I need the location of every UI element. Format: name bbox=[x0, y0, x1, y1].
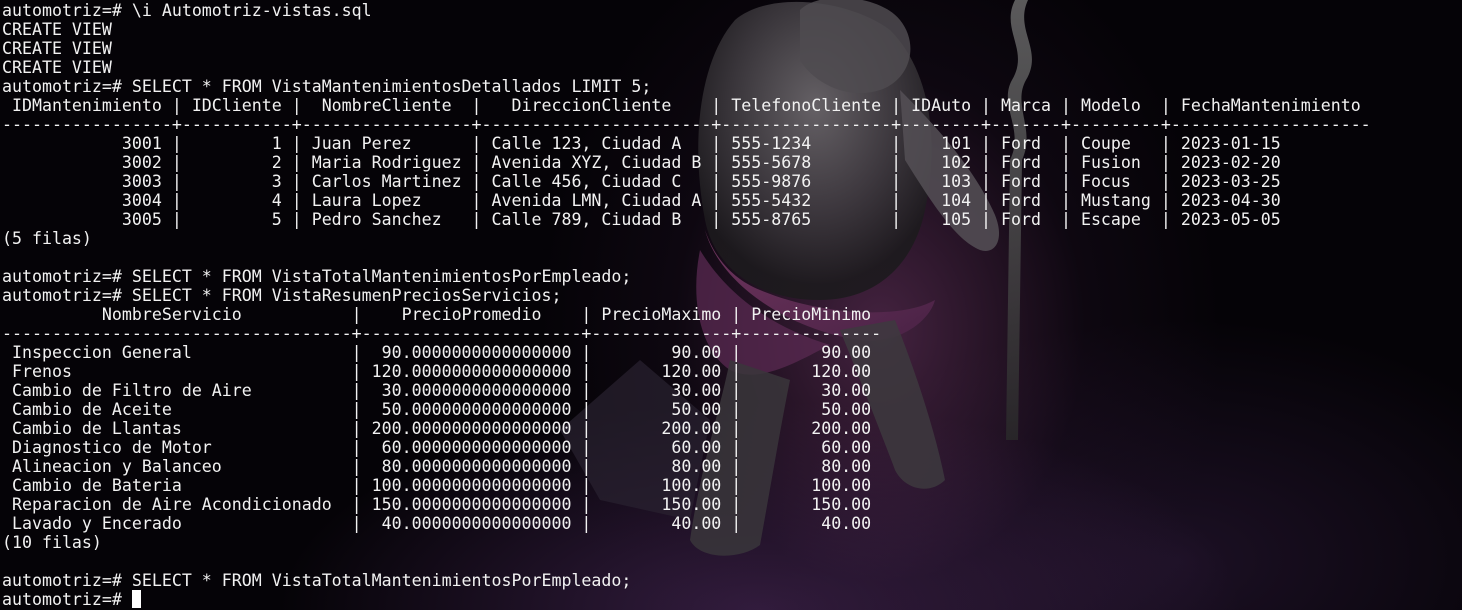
command-line: automotriz=# SELECT * FROM VistaMantenim… bbox=[2, 77, 652, 96]
table-row: Alineacion y Balanceo | 80.0000000000000… bbox=[2, 457, 872, 476]
table-row: Reparacion de Aire Acondicionado | 150.0… bbox=[2, 495, 872, 514]
table-row: Diagnostico de Motor | 60.00000000000000… bbox=[2, 438, 872, 457]
table-row: Lavado y Encerado | 40.0000000000000000 … bbox=[2, 514, 872, 533]
output-line: CREATE VIEW bbox=[2, 20, 112, 39]
table-row: Cambio de Bateria | 100.0000000000000000… bbox=[2, 476, 872, 495]
command-line: automotriz=# SELECT * FROM VistaTotalMan… bbox=[2, 267, 632, 286]
row-count: (10 filas) bbox=[2, 533, 102, 552]
table-header: IDMantenimiento | IDCliente | NombreClie… bbox=[2, 96, 1361, 115]
table-header: NombreServicio | PrecioPromedio | Precio… bbox=[2, 305, 872, 324]
command-line: automotriz=# SELECT * FROM VistaTotalMan… bbox=[2, 571, 632, 590]
terminal-output: automotriz=# \i Automotriz-vistas.sql CRE… bbox=[2, 1, 1371, 609]
table-row: 3005 | 5 | Pedro Sanchez | Calle 789, Ci… bbox=[2, 210, 1281, 229]
command-line: automotriz=# SELECT * FROM VistaResumenP… bbox=[2, 286, 562, 305]
table-row: Inspeccion General | 90.0000000000000000… bbox=[2, 343, 872, 362]
text-cursor[interactable] bbox=[131, 590, 141, 608]
table-row: Frenos | 120.0000000000000000 | 120.00 |… bbox=[2, 362, 872, 381]
output-line: CREATE VIEW bbox=[2, 39, 112, 58]
shell-prompt: automotriz=# bbox=[2, 590, 132, 609]
command-line: automotriz=# \i Automotriz-vistas.sql bbox=[2, 1, 372, 20]
table-row: 3002 | 2 | Maria Rodriguez | Avenida XYZ… bbox=[2, 153, 1281, 172]
input-line[interactable]: automotriz=# bbox=[2, 590, 1371, 609]
table-row: 3003 | 3 | Carlos Martinez | Calle 456, … bbox=[2, 172, 1281, 191]
table-separator: -----------------+-----------+----------… bbox=[2, 115, 1371, 134]
table-row: 3001 | 1 | Juan Perez | Calle 123, Ciuda… bbox=[2, 134, 1281, 153]
table-row: 3004 | 4 | Laura Lopez | Avenida LMN, Ci… bbox=[2, 191, 1281, 210]
table-separator: -----------------------------------+----… bbox=[2, 324, 882, 343]
row-count: (5 filas) bbox=[2, 229, 92, 248]
table-row: Cambio de Filtro de Aire | 30.0000000000… bbox=[2, 381, 872, 400]
table-row: Cambio de Aceite | 50.0000000000000000 |… bbox=[2, 400, 872, 419]
table-row: Cambio de Llantas | 200.0000000000000000… bbox=[2, 419, 872, 438]
output-line: CREATE VIEW bbox=[2, 58, 112, 77]
terminal-window[interactable]: automotriz=# \i Automotriz-vistas.sql CRE… bbox=[0, 0, 1462, 610]
